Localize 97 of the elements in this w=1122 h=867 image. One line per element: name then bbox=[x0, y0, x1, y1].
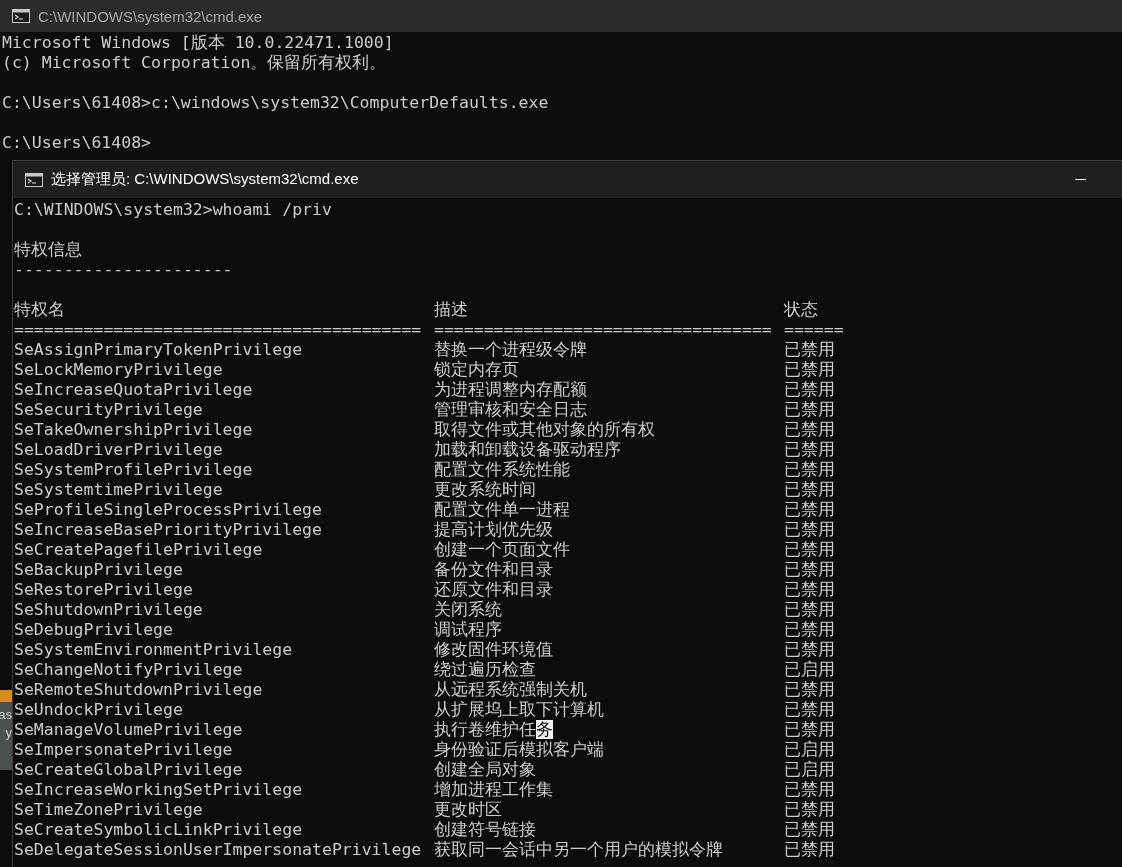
privilege-state: 已禁用 bbox=[784, 400, 836, 420]
privilege-description: 调试程序 bbox=[434, 620, 503, 640]
privilege-description: 备份文件和目录 bbox=[434, 560, 554, 580]
privilege-name: SeIncreaseQuotaPrivilege bbox=[14, 380, 254, 400]
console-icon bbox=[12, 9, 30, 23]
privilege-description: 获取同一会话中另一个用户的模拟令牌 bbox=[434, 840, 724, 860]
privilege-description: 配置文件单一进程 bbox=[434, 500, 571, 520]
privilege-state: 已禁用 bbox=[784, 500, 836, 520]
privilege-name: SeSecurityPrivilege bbox=[14, 400, 204, 420]
console-line: 特权信息 bbox=[14, 240, 83, 260]
privilege-state: 已禁用 bbox=[784, 520, 836, 540]
privilege-name: SeCreateGlobalPrivilege bbox=[14, 760, 244, 780]
column-header: 描述 bbox=[434, 300, 469, 320]
privilege-state: 已禁用 bbox=[784, 680, 836, 700]
cut-text: y bbox=[5, 726, 12, 740]
privilege-state: 已禁用 bbox=[784, 820, 836, 840]
privilege-description: 创建符号链接 bbox=[434, 820, 537, 840]
privilege-description: 创建全局对象 bbox=[434, 760, 537, 780]
privilege-state: 已启用 bbox=[784, 660, 836, 680]
privilege-state: 已禁用 bbox=[784, 360, 836, 380]
privilege-description: 增加进程工作集 bbox=[434, 780, 554, 800]
column-rule: ====== bbox=[784, 320, 845, 340]
privilege-name: SeRestorePrivilege bbox=[14, 580, 194, 600]
column-rule: ================================== bbox=[434, 320, 773, 340]
privilege-name: SeLoadDriverPrivilege bbox=[14, 440, 224, 460]
privilege-description: 加载和卸载设备驱动程序 bbox=[434, 440, 622, 460]
privilege-description: 取得文件或其他对象的所有权 bbox=[434, 420, 656, 440]
window-title: C:\WINDOWS\system32\cmd.exe bbox=[38, 7, 263, 25]
privilege-description: 替换一个进程级令牌 bbox=[434, 340, 588, 360]
console-icon bbox=[25, 172, 43, 187]
privilege-state: 已禁用 bbox=[784, 720, 836, 740]
privilege-description: 更改时区 bbox=[434, 800, 503, 820]
privilege-description: 配置文件系统性能 bbox=[434, 460, 571, 480]
privilege-state: 已禁用 bbox=[784, 600, 836, 620]
column-rule: ========================================= bbox=[14, 320, 423, 340]
privilege-state: 已禁用 bbox=[784, 780, 836, 800]
privilege-state: 已禁用 bbox=[784, 540, 836, 560]
privilege-name: SeBackupPrivilege bbox=[14, 560, 184, 580]
console-line: C:\WINDOWS\system32>whoami /priv bbox=[14, 200, 333, 220]
privilege-description: 更改系统时间 bbox=[434, 480, 537, 500]
privilege-state: 已禁用 bbox=[784, 420, 836, 440]
privilege-state: 已禁用 bbox=[784, 480, 836, 500]
privilege-state: 已禁用 bbox=[784, 380, 836, 400]
privilege-state: 已启用 bbox=[784, 740, 836, 760]
privilege-description: 身份验证后模拟客户端 bbox=[434, 740, 605, 760]
privilege-name: SeIncreaseBasePriorityPrivilege bbox=[14, 520, 323, 540]
privilege-description: 绕过遍历检查 bbox=[434, 660, 537, 680]
privilege-description: 执行卷维护任务 bbox=[434, 720, 554, 740]
privilege-name: SeManageVolumePrivilege bbox=[14, 720, 244, 740]
privilege-description: 为进程调整内存配额 bbox=[434, 380, 588, 400]
console-line: C:\Users\61408>c:\windows\system32\ComputerDefaults.exe bbox=[2, 93, 550, 113]
column-header: 状态 bbox=[784, 300, 819, 320]
privilege-name: SeSystemEnvironmentPrivilege bbox=[14, 640, 294, 660]
privilege-description: 从远程系统强制关机 bbox=[434, 680, 588, 700]
privilege-name: SeAssignPrimaryTokenPrivilege bbox=[14, 340, 304, 360]
console-line: (c) Microsoft Corporation。保留所有权利。 bbox=[2, 53, 388, 73]
privilege-name: SeChangeNotifyPrivilege bbox=[14, 660, 244, 680]
privilege-state: 已禁用 bbox=[784, 460, 836, 480]
privilege-description: 提高计划优先级 bbox=[434, 520, 554, 540]
privilege-description: 还原文件和目录 bbox=[434, 580, 554, 600]
privilege-name: SeIncreaseWorkingSetPrivilege bbox=[14, 780, 304, 800]
privilege-name: SeUndockPrivilege bbox=[14, 700, 184, 720]
console-line: C:\Users\61408> bbox=[2, 133, 152, 153]
privilege-state: 已禁用 bbox=[784, 640, 836, 660]
privilege-state: 已禁用 bbox=[784, 840, 836, 860]
privilege-name: SeCreateSymbolicLinkPrivilege bbox=[14, 820, 304, 840]
window-title: 选择管理员: C:\WINDOWS\system32\cmd.exe bbox=[51, 170, 359, 189]
privilege-name: SeProfileSingleProcessPrivilege bbox=[14, 500, 323, 520]
privilege-state: 已禁用 bbox=[784, 620, 836, 640]
privilege-description: 从扩展坞上取下计算机 bbox=[434, 700, 605, 720]
console-line: Microsoft Windows [版本 10.0.22471.1000] bbox=[2, 33, 395, 53]
privilege-name: SeRemoteShutdownPrivilege bbox=[14, 680, 264, 700]
privilege-state: 已禁用 bbox=[784, 800, 836, 820]
privilege-name: SeLockMemoryPrivilege bbox=[14, 360, 224, 380]
console-line: ---------------------- bbox=[14, 260, 234, 280]
privilege-name: SeTimeZonePrivilege bbox=[14, 800, 204, 820]
privilege-name: SeDebugPrivilege bbox=[14, 620, 174, 640]
privilege-state: 已禁用 bbox=[784, 440, 836, 460]
privilege-description: 创建一个页面文件 bbox=[434, 540, 571, 560]
privilege-description: 关闭系统 bbox=[434, 600, 503, 620]
privilege-name: SeDelegateSessionUserImpersonatePrivilege bbox=[14, 840, 423, 860]
privilege-state: 已禁用 bbox=[784, 700, 836, 720]
privilege-name: SeSystemProfilePrivilege bbox=[14, 460, 254, 480]
privilege-name: SeCreatePagefilePrivilege bbox=[14, 540, 264, 560]
privilege-description: 管理审核和安全日志 bbox=[434, 400, 588, 420]
privilege-state: 已禁用 bbox=[784, 340, 836, 360]
privilege-name: SeTakeOwnershipPrivilege bbox=[14, 420, 254, 440]
privilege-state: 已禁用 bbox=[784, 560, 836, 580]
privilege-name: SeShutdownPrivilege bbox=[14, 600, 204, 620]
privilege-state: 已启用 bbox=[784, 760, 836, 780]
privilege-description: 锁定内存页 bbox=[434, 360, 520, 380]
privilege-name: SeSystemtimePrivilege bbox=[14, 480, 224, 500]
minimize-icon bbox=[1074, 178, 1086, 181]
column-header: 特权名 bbox=[14, 300, 66, 320]
privilege-description: 修改固件环境值 bbox=[434, 640, 554, 660]
privilege-name: SeImpersonatePrivilege bbox=[14, 740, 234, 760]
privilege-state: 已禁用 bbox=[784, 580, 836, 600]
